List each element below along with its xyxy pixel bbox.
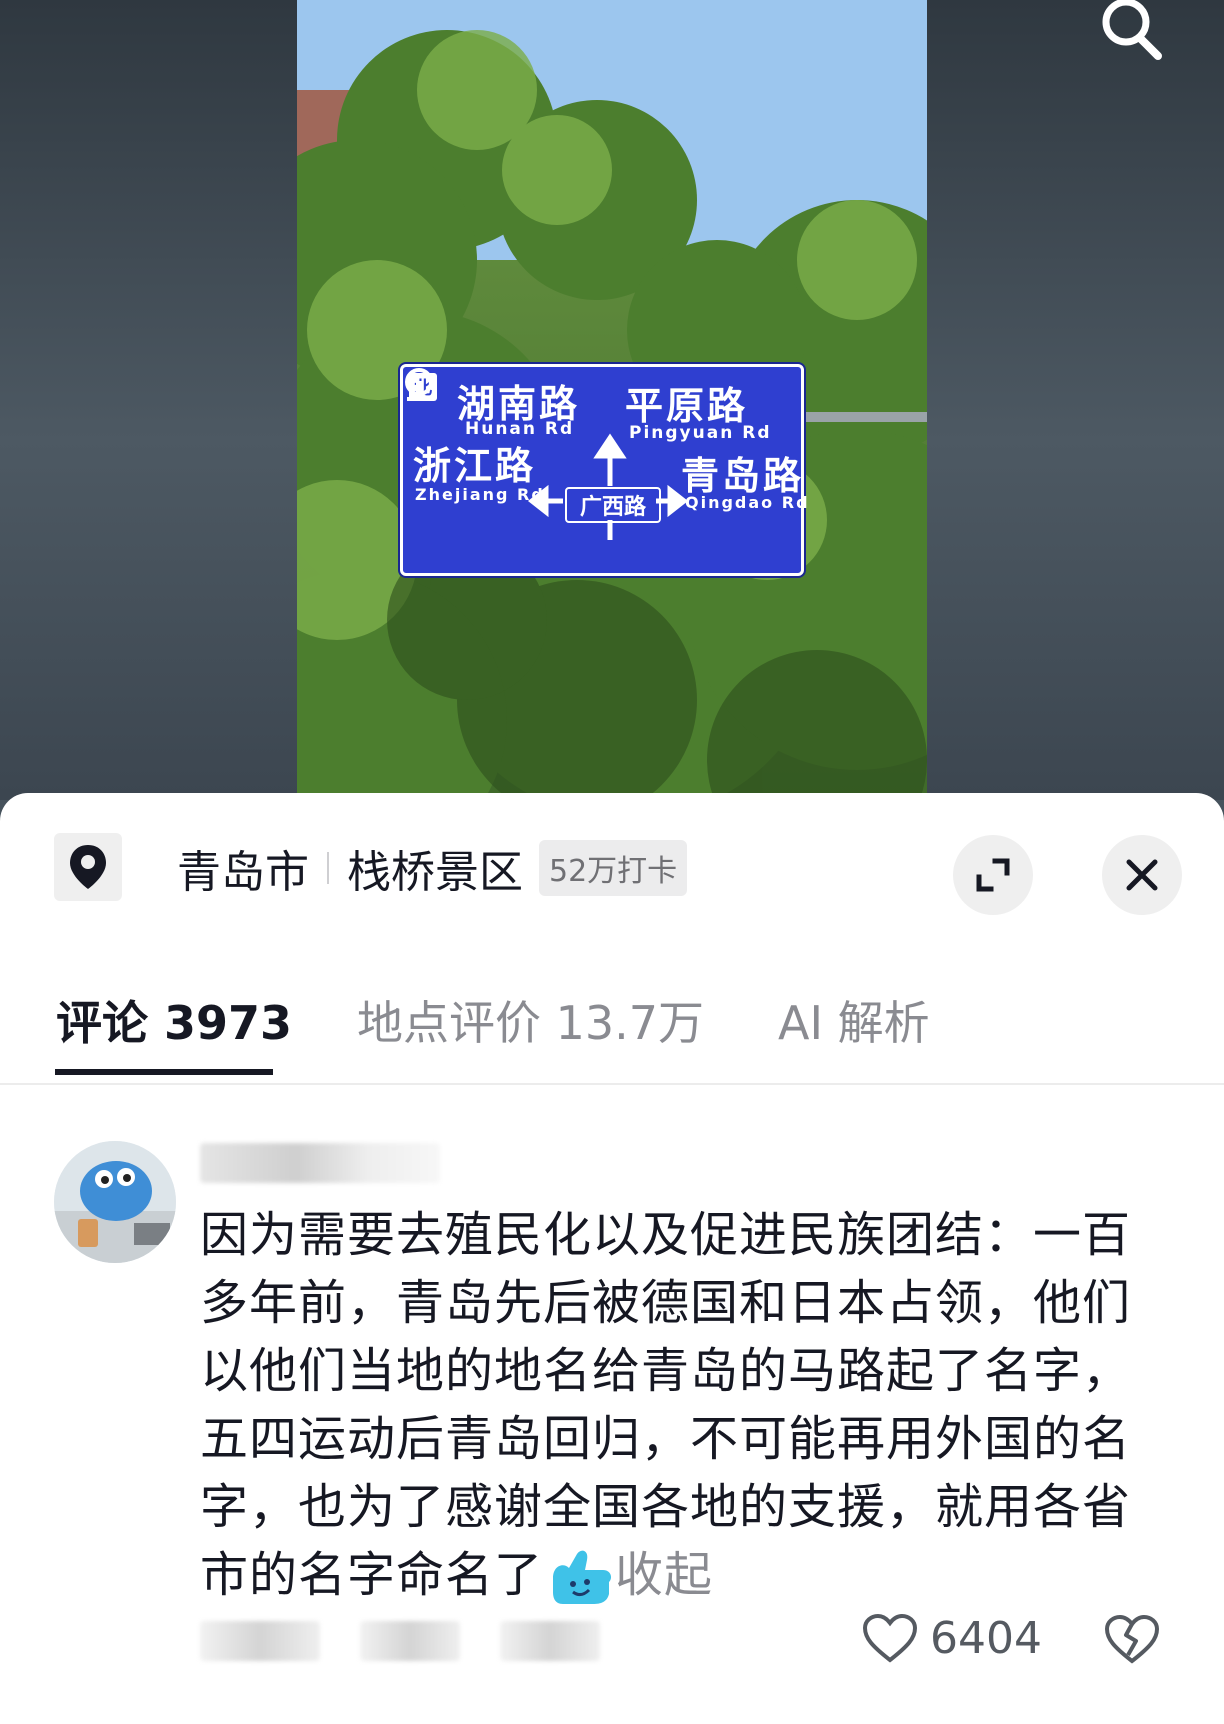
city-name[interactable]: 青岛市	[177, 836, 309, 900]
comment-username-blurred[interactable]	[200, 1143, 440, 1183]
smiling-thumbs-up-emoji-icon	[553, 1550, 612, 1604]
close-icon	[1126, 859, 1158, 891]
location-sheet: 青岛市 栈桥景区 52万打卡 评论 3973 地点评价 13.7万 AI 解析	[0, 793, 1224, 1724]
dislike-broken-heart-icon[interactable]	[1104, 1615, 1160, 1665]
collapse-link[interactable]: 收起	[615, 1547, 713, 1603]
like-count: 6404	[930, 1613, 1042, 1664]
tab-bar: 评论 3973 地点评价 13.7万 AI 解析	[0, 963, 1224, 1085]
like-button[interactable]: 6404	[862, 1613, 1042, 1664]
tab-ai-analysis[interactable]: AI 解析	[778, 987, 930, 1053]
tab-comments[interactable]: 评论 3973	[56, 987, 292, 1053]
comment-time-blurred	[200, 1621, 320, 1661]
sign-arrows	[527, 433, 689, 540]
location-pin-icon	[54, 833, 122, 901]
location-divider	[327, 852, 329, 884]
railway-station-icon	[405, 368, 433, 401]
heart-icon	[862, 1613, 918, 1663]
expand-button[interactable]	[953, 835, 1033, 915]
comment-body[interactable]: 因为需要去殖民化以及促进民族团结：一百多年前，青岛先后被德国和日本占领，他们以他…	[200, 1201, 1160, 1609]
comment-text: 因为需要去殖民化以及促进民族团结：一百多年前，青岛先后被德国和日本占领，他们以他…	[200, 1207, 1132, 1603]
close-button[interactable]	[1102, 835, 1182, 915]
post-photo[interactable]: 北 湖南路 Hunan Rd 平原路 Pingyuan Rd 浙江路 Zheji…	[297, 0, 927, 800]
avatar[interactable]	[54, 1141, 176, 1263]
reply-button-blurred[interactable]	[500, 1621, 600, 1661]
comment-location-blurred	[360, 1621, 460, 1661]
location-title[interactable]: 青岛市 栈桥景区 52万打卡	[177, 835, 688, 901]
search-icon[interactable]	[1092, 0, 1166, 64]
expand-icon	[976, 858, 1010, 892]
active-tab-indicator	[55, 1069, 273, 1075]
spot-name[interactable]: 栈桥景区	[347, 836, 523, 900]
checkin-badge: 52万打卡	[539, 840, 688, 896]
road-sign: 北 湖南路 Hunan Rd 平原路 Pingyuan Rd 浙江路 Zheji…	[400, 364, 808, 576]
tab-location-reviews[interactable]: 地点评价 13.7万	[357, 987, 704, 1053]
